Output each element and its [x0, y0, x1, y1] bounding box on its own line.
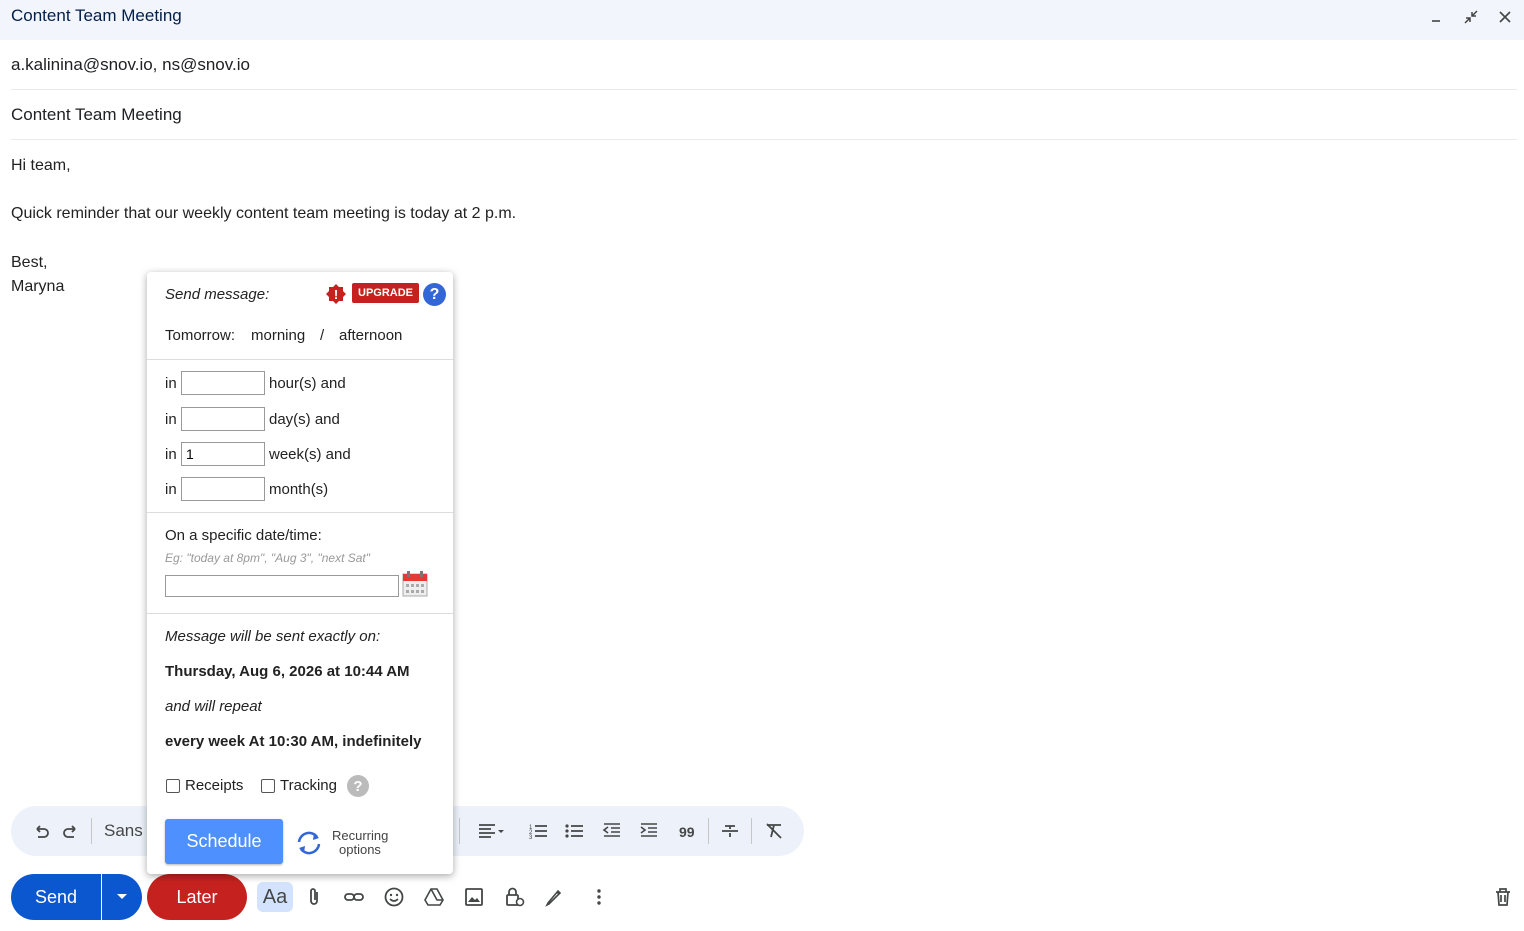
specific-date-section: On a specific date/time: Eg: "today at 8…: [147, 512, 453, 613]
subject-text: Content Team Meeting: [11, 105, 182, 124]
toolbar-divider: [751, 818, 752, 844]
later-button[interactable]: Later: [147, 874, 247, 920]
weeks-label: week(s) and: [269, 446, 351, 463]
strikethrough-icon[interactable]: [718, 819, 742, 843]
recurring-label-line1: Recurring: [332, 828, 389, 843]
tracking-help-icon[interactable]: ?: [347, 775, 369, 797]
remove-formatting-icon[interactable]: [762, 819, 786, 843]
confidential-mode-icon[interactable]: [498, 882, 530, 912]
tracking-checkbox[interactable]: [261, 779, 275, 793]
separator-slash: /: [320, 327, 325, 344]
signature-pen-icon[interactable]: [538, 882, 570, 912]
indent-more-icon[interactable]: [637, 819, 661, 843]
tomorrow-afternoon-link[interactable]: afternoon: [339, 327, 402, 344]
quote-icon[interactable]: 99: [675, 819, 699, 843]
body-line: Quick reminder that our weekly content t…: [11, 205, 517, 222]
days-input[interactable]: [181, 407, 265, 431]
send-options-button[interactable]: [102, 874, 142, 920]
redo-icon[interactable]: [59, 819, 83, 843]
recurring-label-line2: options: [339, 842, 381, 857]
calendar-icon[interactable]: [402, 571, 428, 597]
relative-time-section: in hour(s) and in day(s) and in week(s) …: [147, 359, 453, 512]
repeat-label: and will repeat: [165, 698, 262, 715]
attach-icon[interactable]: [298, 882, 330, 912]
close-icon[interactable]: [1494, 6, 1516, 28]
sent-exactly-label: Message will be sent exactly on:: [165, 628, 381, 645]
send-button[interactable]: Send: [11, 874, 101, 920]
numbered-list-icon[interactable]: 123: [526, 819, 550, 843]
recurring-options-button[interactable]: Recurring options: [295, 824, 435, 860]
undo-icon[interactable]: [29, 819, 53, 843]
chevron-down-icon: [117, 894, 127, 899]
link-icon[interactable]: [338, 882, 370, 912]
help-icon[interactable]: ?: [423, 283, 446, 306]
bulleted-list-icon[interactable]: [562, 819, 586, 843]
in-label: in: [165, 446, 177, 463]
receipts-label: Receipts: [185, 777, 244, 794]
more-options-icon[interactable]: [583, 882, 615, 912]
specific-date-hint: Eg: "today at 8pm", "Aug 3", "next Sat": [165, 551, 371, 565]
exit-fullscreen-icon[interactable]: [1460, 6, 1482, 28]
body-greeting: Hi team,: [11, 157, 71, 174]
tomorrow-label: Tomorrow:: [165, 327, 236, 344]
minimize-icon[interactable]: [1425, 6, 1447, 28]
specific-date-label: On a specific date/time:: [165, 527, 322, 544]
svg-text:3: 3: [529, 835, 533, 841]
toolbar-divider: [459, 818, 460, 844]
specific-date-input[interactable]: [165, 575, 399, 597]
compose-title-bar: Content Team Meeting: [0, 0, 1524, 40]
send-message-heading: Send message:: [165, 286, 270, 303]
in-label: in: [165, 411, 177, 428]
body-signoff: Best,: [11, 254, 48, 271]
drive-icon[interactable]: [418, 882, 450, 912]
tracking-label: Tracking: [280, 777, 337, 794]
hours-input[interactable]: [181, 371, 265, 395]
hours-label: hour(s) and: [269, 375, 346, 392]
recurring-icon: [297, 831, 321, 855]
body-name: Maryna: [11, 278, 65, 295]
receipts-checkbox[interactable]: [166, 779, 180, 793]
months-label: month(s): [269, 481, 329, 498]
schedule-button[interactable]: Schedule: [165, 819, 283, 864]
weeks-input[interactable]: [181, 442, 265, 466]
emoji-icon[interactable]: [378, 882, 410, 912]
days-label: day(s) and: [269, 411, 340, 428]
font-selector[interactable]: Sans: [104, 821, 143, 841]
recipients-text: a.kalinina@snov.io, ns@snov.io: [11, 55, 250, 74]
insert-photo-icon[interactable]: [458, 882, 490, 912]
send-later-popup: Send message: ! UPGRADE ? Tomorrow: morn…: [147, 272, 453, 874]
upgrade-button[interactable]: UPGRADE: [352, 283, 420, 303]
toolbar-divider: [708, 818, 709, 844]
compose-title: Content Team Meeting: [11, 6, 182, 25]
repeat-value: every week At 10:30 AM, indefinitely: [165, 733, 422, 750]
formatting-options-button[interactable]: Aa: [257, 882, 293, 912]
in-label: in: [165, 481, 177, 498]
recipients-field[interactable]: a.kalinina@snov.io, ns@snov.io: [11, 40, 1517, 90]
subject-field[interactable]: Content Team Meeting: [11, 90, 1517, 140]
scheduled-date: Thursday, Aug 6, 2026 at 10:44 AM: [165, 663, 410, 680]
in-label: in: [165, 375, 177, 392]
indent-less-icon[interactable]: [600, 819, 624, 843]
tomorrow-morning-link[interactable]: morning: [251, 327, 305, 344]
svg-text:!: !: [334, 287, 338, 302]
toolbar-divider: [91, 818, 92, 844]
discard-draft-icon[interactable]: [1487, 882, 1519, 912]
align-icon[interactable]: [471, 819, 511, 843]
svg-text:99: 99: [679, 824, 695, 840]
warning-badge-icon: !: [326, 284, 346, 304]
months-input[interactable]: [181, 477, 265, 501]
